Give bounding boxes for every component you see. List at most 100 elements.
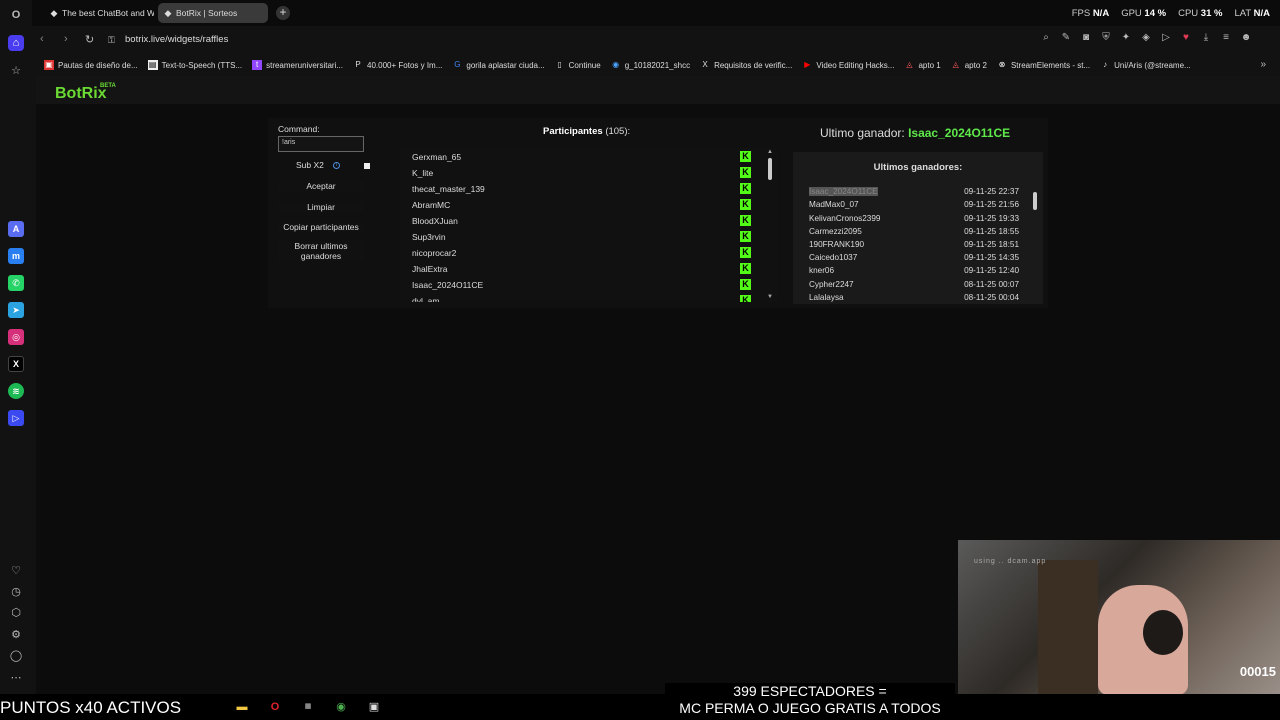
tab-chatbot[interactable]: ◆ The best ChatBot and Wic — [44, 3, 154, 23]
bookmark-item[interactable]: ▶ Video Editing Hacks... — [802, 60, 894, 70]
winners-scrollbar[interactable] — [1033, 192, 1037, 210]
list-item: Sup3rvin — [412, 232, 446, 242]
url-field[interactable]: botrix.live/widgets/raffles — [125, 34, 228, 45]
bookmarks-more-icon[interactable]: » — [1260, 59, 1266, 70]
home-icon[interactable]: ⌂ — [8, 35, 24, 51]
command-input[interactable]: !aris — [278, 136, 364, 152]
participants-scrollbar[interactable] — [768, 158, 772, 180]
obs-icon[interactable]: ▣ — [366, 699, 382, 715]
beta-badge: BETA — [100, 83, 116, 89]
instagram-icon[interactable]: ◎ — [8, 329, 24, 345]
opera-logo-icon[interactable]: O — [8, 7, 24, 23]
bookmark-item[interactable]: ◉ g_10182021_shcc — [611, 60, 690, 70]
bookmark-item[interactable]: ⊗ StreamElements - st... — [997, 60, 1091, 70]
secure-icon: ⚿ — [108, 35, 115, 45]
bookmark-item[interactable]: ▣ Pautas de diseño de... — [44, 60, 138, 70]
bookmark-item[interactable]: ♪ Uni/Aris (@streame... — [1100, 60, 1191, 70]
google-icon: G — [454, 60, 461, 69]
history-icon[interactable]: ◷ — [8, 583, 24, 599]
scroll-down-icon[interactable]: ▼ — [767, 294, 773, 300]
box-icon[interactable]: ⬡ — [8, 604, 24, 620]
search-icon[interactable]: ⌕ — [1040, 32, 1052, 46]
messenger-icon[interactable]: m — [8, 248, 24, 264]
bookmark-item[interactable]: ▯ Continue — [555, 60, 600, 70]
more-icon[interactable]: ⋯ — [8, 669, 24, 685]
tab-label: The best ChatBot and Wic — [62, 8, 154, 18]
app-taskbar-icon[interactable]: ▦ — [300, 699, 316, 715]
bulb-icon[interactable]: ◯ — [8, 647, 24, 663]
list-item: dyl_am — [412, 296, 440, 302]
tab-botrix-sorteos[interactable]: ◆ BotRix | Sorteos — [158, 3, 268, 23]
kick-icon: K — [740, 263, 751, 274]
shield-icon[interactable]: ⛨ — [1100, 32, 1112, 46]
participants-title: Participantes (105): — [543, 126, 631, 137]
bookmark-item[interactable]: P 40.000+ Fotos y Im... — [353, 60, 442, 70]
raffle-widget: Command: !aris Sub X2 i Aceptar Limpiar … — [268, 118, 1048, 308]
bookmark-item[interactable]: ◬ apto 2 — [951, 60, 987, 70]
kick-icon: K — [740, 215, 751, 226]
spotify-icon[interactable]: ≋ — [8, 383, 24, 399]
bookmark-item[interactable]: Ggorila aplastar ciuda... — [452, 60, 544, 70]
recent-winners-title: Ultimos ganadores: — [873, 162, 963, 173]
sub-x2-checkbox[interactable] — [364, 163, 370, 169]
back-icon[interactable]: ‹ — [40, 33, 44, 45]
chrome-icon[interactable]: ◉ — [333, 699, 349, 715]
aria-icon[interactable]: A — [8, 221, 24, 237]
taskbar — [0, 694, 1280, 720]
recent-winners-box[interactable]: Ultimos ganadores: Isaac_2024O11CE 09-11-… — [793, 152, 1043, 304]
forward-icon[interactable]: › — [64, 33, 68, 45]
new-tab-button[interactable]: + — [276, 6, 290, 20]
botrix-favicon-icon: ◆ — [50, 8, 58, 18]
bookmark-icon: P — [355, 60, 361, 69]
streamelements-icon: ⊗ — [998, 60, 1006, 69]
telegram-icon[interactable]: ➤ — [8, 302, 24, 318]
table-row: MadMax0_07 09-11-25 21:56 — [809, 200, 1019, 209]
limpiar-button[interactable]: Limpiar — [278, 202, 364, 212]
heart-icon[interactable]: ♥ — [1180, 32, 1192, 46]
list-item: JhalExtra — [412, 264, 448, 274]
camera-icon[interactable]: ◙ — [1080, 32, 1092, 46]
heart-icon[interactable]: ♡ — [8, 562, 24, 578]
page-icon: ▯ — [557, 60, 562, 69]
borrar-ganadores-button[interactable]: Borrar ultimos ganadores — [278, 241, 364, 261]
table-row: Lalalaysa 08-11-25 00:04 — [809, 293, 1019, 302]
extension-icon[interactable]: ✦ — [1120, 32, 1132, 46]
toolbar-icons: ⌕ ✎ ◙ ⛨ ✦ ◈ ▷ ♥ ⤓ ≡ ☻ — [1040, 32, 1252, 46]
winner-panel: Ultimo ganador: Isaac_2024O11CE Ultimos … — [793, 118, 1048, 308]
bookmark-item[interactable]: t streameruniversitari... — [252, 60, 343, 70]
opera-taskbar-icon[interactable]: O — [267, 699, 283, 715]
airbnb-icon: ◬ — [906, 60, 913, 69]
list-item: thecat_master_139 — [412, 184, 485, 194]
info-icon[interactable]: i — [333, 162, 340, 169]
edit-icon[interactable]: ✎ — [1060, 32, 1072, 46]
bookmark-item[interactable]: ▤ Text-to-Speech (TTS... — [147, 60, 242, 70]
last-winner-name: Isaac_2024O11CE — [908, 126, 1011, 140]
scroll-up-icon[interactable]: ▲ — [767, 149, 773, 155]
list-item: K_lite — [412, 168, 434, 178]
vpn-icon[interactable]: ◈ — [1140, 32, 1152, 46]
x-icon[interactable]: X — [8, 356, 24, 372]
download-icon[interactable]: ⤓ — [1200, 32, 1212, 46]
player-icon[interactable]: ▷ — [8, 410, 24, 426]
folder-icon[interactable]: ▬ — [234, 699, 250, 715]
play-icon[interactable]: ▷ — [1160, 32, 1172, 46]
airbnb-icon: ◬ — [952, 60, 959, 69]
pin-icon[interactable]: ☆ — [8, 62, 24, 78]
participants-list[interactable]: Gerxman_65 K K_lite K thecat_master_139 … — [400, 148, 778, 302]
menu-icon[interactable]: ≡ — [1220, 32, 1232, 46]
botrix-logo[interactable]: BotRix — [55, 85, 107, 103]
profile-icon[interactable]: ☻ — [1240, 32, 1252, 46]
whatsapp-icon[interactable]: ✆ — [8, 275, 24, 291]
list-item: Isaac_2024O11CE — [412, 280, 484, 290]
table-row: Isaac_2024O11CE 09-11-25 22:37 — [809, 187, 1019, 196]
tab-bar: ◆ The best ChatBot and Wic ◆ BotRix | So… — [32, 0, 1280, 26]
reload-icon[interactable]: ↻ — [85, 33, 94, 46]
bookmark-item[interactable]: ◬ apto 1 — [904, 60, 940, 70]
settings-icon[interactable]: ⚙ — [8, 626, 24, 642]
bookmark-item[interactable]: X Requisitos de verific... — [700, 60, 792, 70]
webcam-shelf — [1038, 560, 1098, 694]
copiar-participantes-button[interactable]: Copiar participantes — [278, 222, 364, 232]
aceptar-button[interactable]: Aceptar — [278, 181, 364, 191]
table-row: Cypher2247 08-11-25 00:07 — [809, 280, 1019, 289]
kick-icon: K — [740, 279, 751, 290]
